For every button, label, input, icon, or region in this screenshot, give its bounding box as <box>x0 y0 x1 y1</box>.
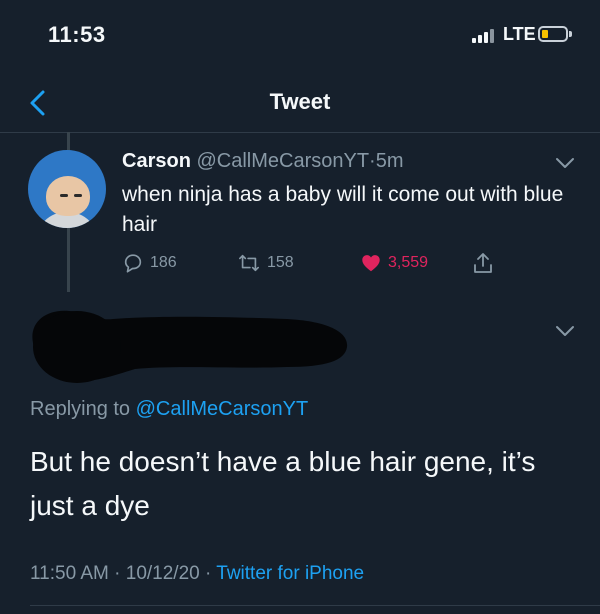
retweet-count: 158 <box>267 254 294 271</box>
avatar[interactable] <box>28 150 106 228</box>
share-icon <box>474 253 492 273</box>
reply-tweet-text: But he doesn’t have a blue hair gene, it… <box>30 446 536 521</box>
battery-level <box>542 30 548 38</box>
tweet-timestamp: 11:50 AM · 10/12/20 · <box>30 563 217 584</box>
tweet-age: 5m <box>375 150 404 172</box>
reply-count: 186 <box>150 254 177 271</box>
avatar-eye-left <box>60 194 68 197</box>
chevron-down-icon[interactable] <box>555 157 575 169</box>
parent-tweet-header: Carson @CallMeCarsonYT·5m <box>122 150 404 173</box>
like-button[interactable]: 3,559 <box>360 250 428 276</box>
replying-to-handle[interactable]: @CallMeCarsonYT <box>136 398 309 420</box>
divider <box>30 605 600 606</box>
page-title: Tweet <box>269 89 331 114</box>
author-name[interactable]: Carson <box>122 150 191 172</box>
parent-tweet-text: when ninja has a baby will it come out w… <box>122 183 564 236</box>
cellular-signal-icon <box>472 27 500 43</box>
status-time: 11:53 <box>48 22 106 47</box>
heart-icon <box>362 255 380 272</box>
avatar-face <box>46 176 90 216</box>
reply-icon <box>124 254 142 273</box>
status-bar: 11:53 LTE <box>0 0 600 70</box>
replying-to: Replying to @CallMeCarsonYT <box>30 398 308 421</box>
redacted-author-block <box>32 310 348 383</box>
retweet-button[interactable]: 158 <box>237 250 294 276</box>
network-type: LTE <box>503 24 536 44</box>
retweet-icon <box>239 254 259 272</box>
tweet-actions: 186 158 3,559 <box>122 250 542 276</box>
battery-cap <box>569 31 572 37</box>
tweet-source-link[interactable]: Twitter for iPhone <box>216 563 364 584</box>
tweet-meta: 11:50 AM · 10/12/20 · Twitter for iPhone <box>30 563 364 585</box>
like-count: 3,559 <box>388 254 429 271</box>
nav-bar: Tweet <box>0 76 600 133</box>
avatar-eye-right <box>74 194 82 197</box>
chevron-down-icon[interactable] <box>555 325 575 337</box>
battery-icon <box>538 26 568 42</box>
reply-button[interactable]: 186 <box>122 250 177 276</box>
author-handle[interactable]: @CallMeCarsonYT <box>196 150 369 172</box>
replying-to-label: Replying to <box>30 398 131 420</box>
header-separator: · <box>369 150 376 172</box>
share-button[interactable] <box>472 250 494 276</box>
